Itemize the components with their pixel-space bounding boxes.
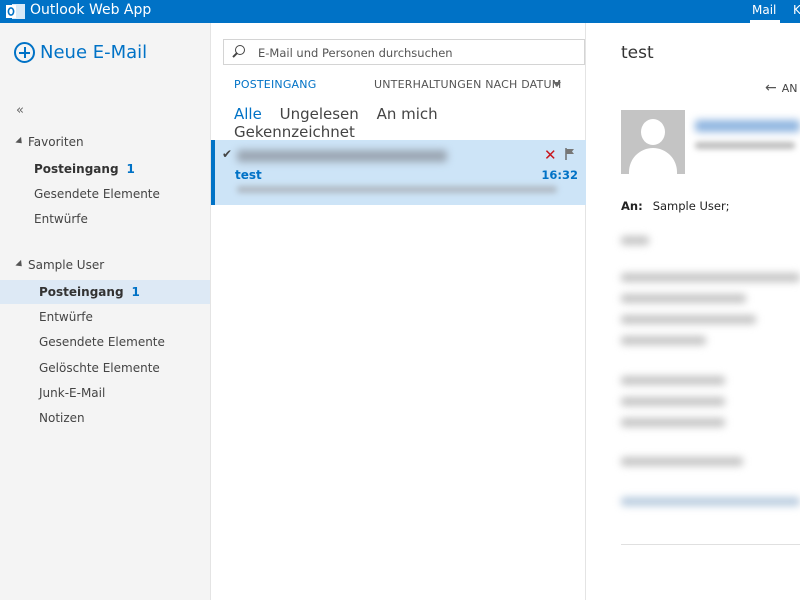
- sort-dropdown[interactable]: UNTERHALTUNGEN NACH DATUM: [374, 78, 561, 91]
- account-header[interactable]: Sample User: [15, 258, 104, 272]
- filter-all[interactable]: Alle: [234, 105, 262, 123]
- outlook-logo-icon: [6, 4, 25, 19]
- favorites-header[interactable]: Favoriten: [15, 135, 84, 149]
- unread-count: 1: [131, 285, 140, 299]
- folder-item-inbox[interactable]: Posteingang 1: [0, 280, 210, 304]
- expand-triangle-icon: [15, 259, 25, 270]
- filter-to-me[interactable]: An mich: [377, 105, 438, 123]
- delete-x-icon[interactable]: ✕: [544, 146, 557, 164]
- to-value: Sample User;: [652, 199, 730, 213]
- redacted-body-line: [621, 397, 725, 406]
- reading-pane: test ← AN An: Sample User;: [587, 23, 800, 600]
- redacted-sender-name: [695, 120, 800, 132]
- expand-triangle-icon: [15, 136, 25, 147]
- message-time: 16:32: [541, 168, 578, 182]
- redacted-body-line: [621, 376, 725, 385]
- new-mail-button[interactable]: Neue E-Mail: [14, 42, 147, 63]
- redacted-body-line: [621, 236, 649, 245]
- redacted-body-line: [621, 457, 743, 466]
- top-bar: Outlook Web App Mail K: [0, 0, 800, 23]
- favorites-item-sent[interactable]: Gesendete Elemente: [0, 182, 210, 206]
- reply-all-button[interactable]: ← AN: [765, 80, 798, 96]
- favorites-item-drafts[interactable]: Entwürfe: [0, 207, 210, 231]
- reply-arrow-icon: ←: [765, 80, 777, 96]
- checkmark-icon[interactable]: ✔: [222, 147, 232, 161]
- folder-pane: Neue E-Mail « Favoriten Posteingang 1 Ges…: [0, 23, 210, 600]
- redacted-body-line: [621, 418, 725, 427]
- message-row[interactable]: ✔ ✕ test 16:32: [211, 140, 586, 205]
- chevron-down-icon[interactable]: [553, 82, 561, 87]
- search-input[interactable]: E-Mail und Personen durchsuchen: [223, 39, 585, 65]
- redacted-sent-date: [695, 142, 795, 149]
- message-title: test: [621, 43, 654, 63]
- message-subject: test: [235, 168, 262, 182]
- plus-circle-icon: [14, 42, 35, 63]
- new-mail-label: Neue E-Mail: [40, 42, 148, 63]
- nav-mail-tab[interactable]: Mail: [752, 3, 776, 17]
- current-folder-label: POSTEINGANG: [234, 78, 317, 91]
- search-icon: [235, 45, 245, 55]
- message-list-pane: E-Mail und Personen durchsuchen POSTEING…: [210, 23, 586, 600]
- redacted-preview: [237, 186, 557, 193]
- search-placeholder: E-Mail und Personen durchsuchen: [258, 46, 453, 60]
- redacted-link-line: [621, 497, 800, 506]
- redacted-body-line: [621, 315, 756, 324]
- folder-item-junk[interactable]: Junk-E-Mail: [0, 381, 210, 405]
- flag-icon[interactable]: [565, 148, 575, 160]
- filter-flagged[interactable]: Gekennzeichnet: [234, 123, 355, 141]
- redacted-body-line: [621, 336, 706, 345]
- nav-next-tab[interactable]: K: [793, 3, 800, 17]
- filter-unread[interactable]: Ungelesen: [280, 105, 359, 123]
- filter-bar: Alle Ungelesen An mich Gekennzeichnet: [234, 105, 585, 141]
- folder-item-sent[interactable]: Gesendete Elemente: [0, 330, 210, 354]
- folder-item-deleted[interactable]: Gelöschte Elemente: [0, 356, 210, 380]
- divider: [621, 544, 800, 545]
- folder-item-notes[interactable]: Notizen: [0, 406, 210, 430]
- redacted-sender: [237, 150, 447, 162]
- to-label: An:: [621, 199, 643, 213]
- favorites-item-inbox[interactable]: Posteingang 1: [0, 157, 210, 181]
- redacted-body-line: [621, 273, 800, 282]
- collapse-pane-icon[interactable]: «: [16, 103, 24, 118]
- recipients-line: An: Sample User;: [621, 199, 730, 213]
- app-title: Outlook Web App: [30, 2, 152, 18]
- person-placeholder-icon: [621, 110, 685, 174]
- folder-item-drafts[interactable]: Entwürfe: [0, 305, 210, 329]
- redacted-body-line: [621, 294, 746, 303]
- unread-count: 1: [126, 162, 135, 176]
